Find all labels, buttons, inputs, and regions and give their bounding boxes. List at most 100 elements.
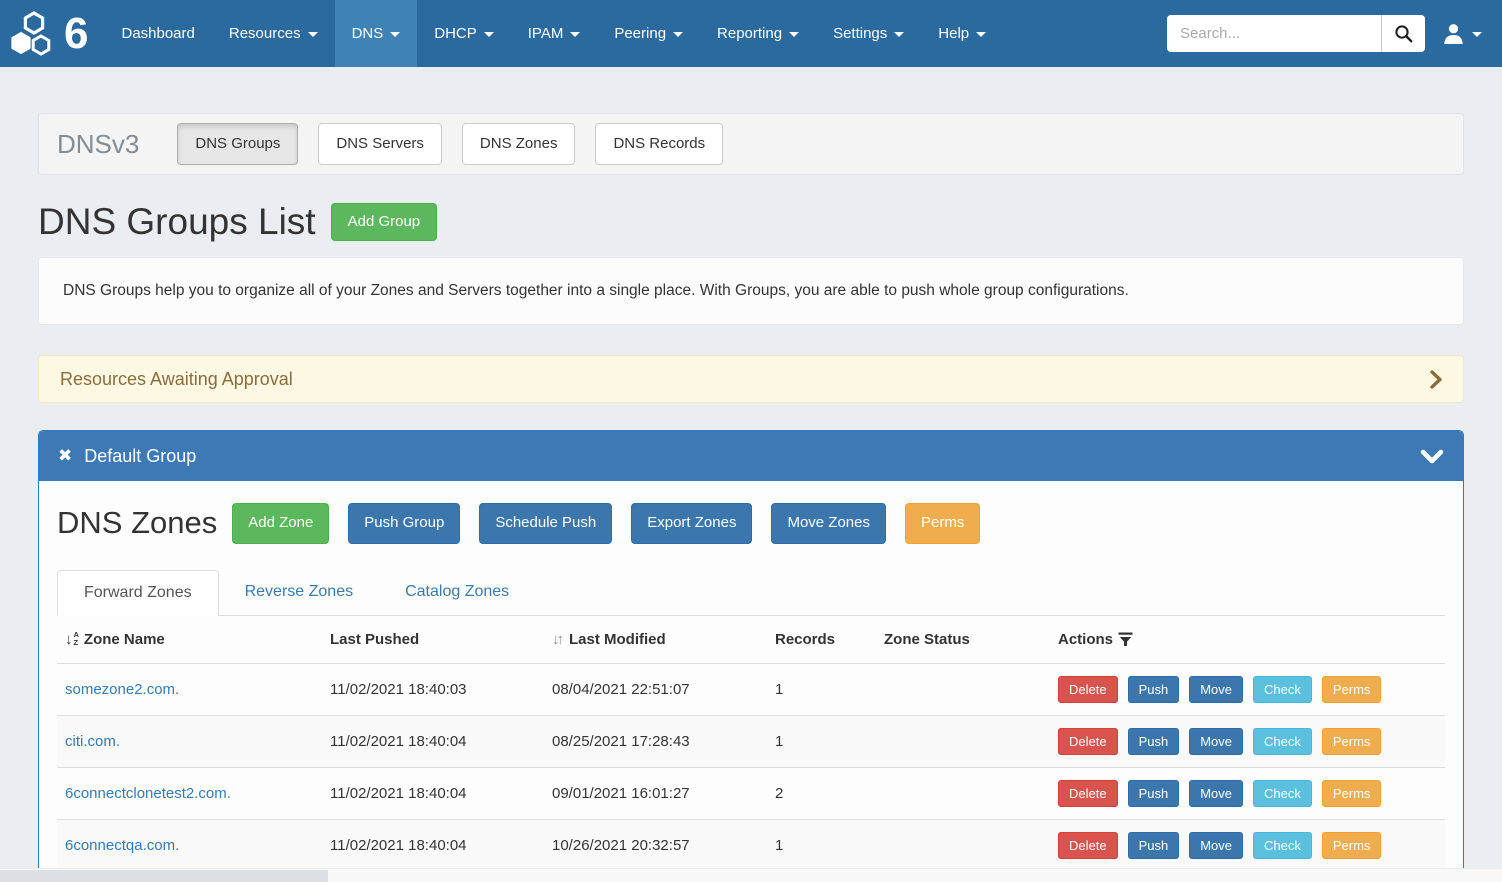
zone-status-cell — [876, 767, 1050, 819]
last-pushed-cell: 11/02/2021 18:40:03 — [322, 663, 544, 715]
push-button[interactable]: Push — [1128, 780, 1180, 807]
col-zone-name[interactable]: ↓ AZ Zone Name — [57, 616, 322, 664]
scrollbar-thumb[interactable] — [0, 870, 328, 882]
delete-button[interactable]: Delete — [1058, 676, 1118, 703]
collapse-toggle[interactable] — [1420, 449, 1444, 464]
table-header-row: ↓ AZ Zone Name Last Pushed ↓↑ Last Modif… — [57, 616, 1445, 664]
caret-down-icon — [789, 32, 799, 37]
dns-servers-button[interactable]: DNS Servers — [318, 123, 442, 165]
search-input[interactable] — [1167, 15, 1381, 52]
caret-down-icon — [1472, 32, 1482, 37]
caret-down-icon — [308, 32, 318, 37]
nav-dashboard[interactable]: Dashboard — [104, 0, 211, 67]
col-records[interactable]: Records — [767, 616, 876, 664]
nav-dns[interactable]: DNS — [335, 0, 418, 67]
nav-settings[interactable]: Settings — [816, 0, 921, 67]
delete-button[interactable]: Delete — [1058, 780, 1118, 807]
add-group-button[interactable]: Add Group — [331, 203, 438, 241]
records-cell: 1 — [767, 819, 876, 871]
zone-name-link[interactable]: 6connectqa.com. — [65, 837, 179, 854]
perms-button[interactable]: Perms — [1322, 728, 1382, 755]
move-button[interactable]: Move — [1189, 832, 1243, 859]
push-button[interactable]: Push — [1128, 676, 1180, 703]
search-icon — [1394, 24, 1413, 43]
nav-dhcp[interactable]: DHCP — [417, 0, 511, 67]
last-modified-cell: 09/01/2021 16:01:27 — [544, 767, 767, 819]
push-button[interactable]: Push — [1128, 728, 1180, 755]
col-last-pushed[interactable]: Last Pushed — [322, 616, 544, 664]
move-zones-button[interactable]: Move Zones — [771, 503, 886, 543]
move-button[interactable]: Move — [1189, 676, 1243, 703]
move-button[interactable]: Move — [1189, 780, 1243, 807]
check-button[interactable]: Check — [1253, 832, 1312, 859]
tab-reverse-zones[interactable]: Reverse Zones — [219, 570, 380, 616]
default-group-header[interactable]: ✖ Default Group — [39, 431, 1463, 481]
last-modified-cell: 10/26/2021 20:32:57 — [544, 819, 767, 871]
zone-tabs: Forward Zones Reverse Zones Catalog Zone… — [57, 570, 1445, 616]
default-group-body: DNS Zones Add Zone Push Group Schedule P… — [39, 481, 1463, 882]
push-group-button[interactable]: Push Group — [348, 503, 460, 543]
check-button[interactable]: Check — [1253, 728, 1312, 755]
caret-down-icon — [390, 32, 400, 37]
dnsv3-label: DNSv3 — [57, 129, 139, 160]
nav-help[interactable]: Help — [921, 0, 1003, 67]
nav-reporting[interactable]: Reporting — [700, 0, 816, 67]
dns-zones-button[interactable]: DNS Zones — [462, 123, 576, 165]
records-cell: 1 — [767, 663, 876, 715]
zone-name-link[interactable]: somezone2.com. — [65, 681, 179, 698]
check-button[interactable]: Check — [1253, 676, 1312, 703]
default-group-title: Default Group — [84, 446, 196, 467]
filter-icon[interactable] — [1118, 632, 1133, 647]
page-title: DNS Groups List — [38, 201, 316, 243]
col-zone-status[interactable]: Zone Status — [876, 616, 1050, 664]
actions-cell: Delete Push Move Check Perms — [1050, 819, 1445, 871]
user-icon — [1442, 22, 1465, 45]
sort-alpha-icon[interactable]: ↓ AZ — [65, 631, 79, 648]
horizontal-scrollbar[interactable] — [0, 868, 1502, 882]
close-icon[interactable]: ✖ — [58, 446, 72, 466]
perms-button[interactable]: Perms — [1322, 832, 1382, 859]
nav-ipam[interactable]: IPAM — [511, 0, 598, 67]
search-button[interactable] — [1381, 15, 1425, 52]
caret-down-icon — [673, 32, 683, 37]
approval-panel-title: Resources Awaiting Approval — [60, 369, 293, 390]
tab-catalog-zones[interactable]: Catalog Zones — [379, 570, 535, 616]
default-group-panel: ✖ Default Group DNS Zones Add Zone Push … — [38, 430, 1464, 882]
last-pushed-cell: 11/02/2021 18:40:04 — [322, 819, 544, 871]
logo-6connect[interactable]: 6 — [0, 0, 104, 67]
dns-groups-button[interactable]: DNS Groups — [177, 123, 298, 165]
search-group — [1167, 15, 1425, 52]
check-button[interactable]: Check — [1253, 780, 1312, 807]
nav-peering[interactable]: Peering — [597, 0, 700, 67]
export-zones-button[interactable]: Export Zones — [631, 503, 752, 543]
perms-button[interactable]: Perms — [1322, 676, 1382, 703]
perms-button[interactable]: Perms — [1322, 780, 1382, 807]
zone-name-link[interactable]: 6connectclonetest2.com. — [65, 785, 231, 802]
user-menu[interactable] — [1425, 22, 1488, 45]
resources-awaiting-approval-panel[interactable]: Resources Awaiting Approval — [38, 355, 1464, 403]
records-cell: 2 — [767, 767, 876, 819]
last-pushed-cell: 11/02/2021 18:40:04 — [322, 715, 544, 767]
tab-forward-zones[interactable]: Forward Zones — [57, 570, 219, 616]
move-button[interactable]: Move — [1189, 728, 1243, 755]
nav-resources[interactable]: Resources — [212, 0, 335, 67]
zone-name-link[interactable]: citi.com. — [65, 733, 120, 750]
last-modified-cell: 08/04/2021 22:51:07 — [544, 663, 767, 715]
dns-records-button[interactable]: DNS Records — [595, 123, 723, 165]
table-row: citi.com. 11/02/2021 18:40:04 08/25/2021… — [57, 715, 1445, 767]
delete-button[interactable]: Delete — [1058, 832, 1118, 859]
col-actions[interactable]: Actions — [1050, 616, 1445, 664]
navbar-right — [1167, 0, 1502, 67]
schedule-push-button[interactable]: Schedule Push — [479, 503, 612, 543]
hexagon-logo-icon — [10, 9, 68, 59]
col-last-modified[interactable]: ↓↑ Last Modified — [544, 616, 767, 664]
add-zone-button[interactable]: Add Zone — [232, 503, 329, 543]
delete-button[interactable]: Delete — [1058, 728, 1118, 755]
table-row: somezone2.com. 11/02/2021 18:40:03 08/04… — [57, 663, 1445, 715]
zones-table: ↓ AZ Zone Name Last Pushed ↓↑ Last Modif… — [57, 616, 1445, 871]
push-button[interactable]: Push — [1128, 832, 1180, 859]
perms-button[interactable]: Perms — [905, 503, 980, 543]
sort-icon[interactable]: ↓↑ — [552, 631, 561, 648]
dns-zones-toolbar: DNS Zones Add Zone Push Group Schedule P… — [57, 503, 1445, 543]
description-text: DNS Groups help you to organize all of y… — [63, 282, 1129, 299]
